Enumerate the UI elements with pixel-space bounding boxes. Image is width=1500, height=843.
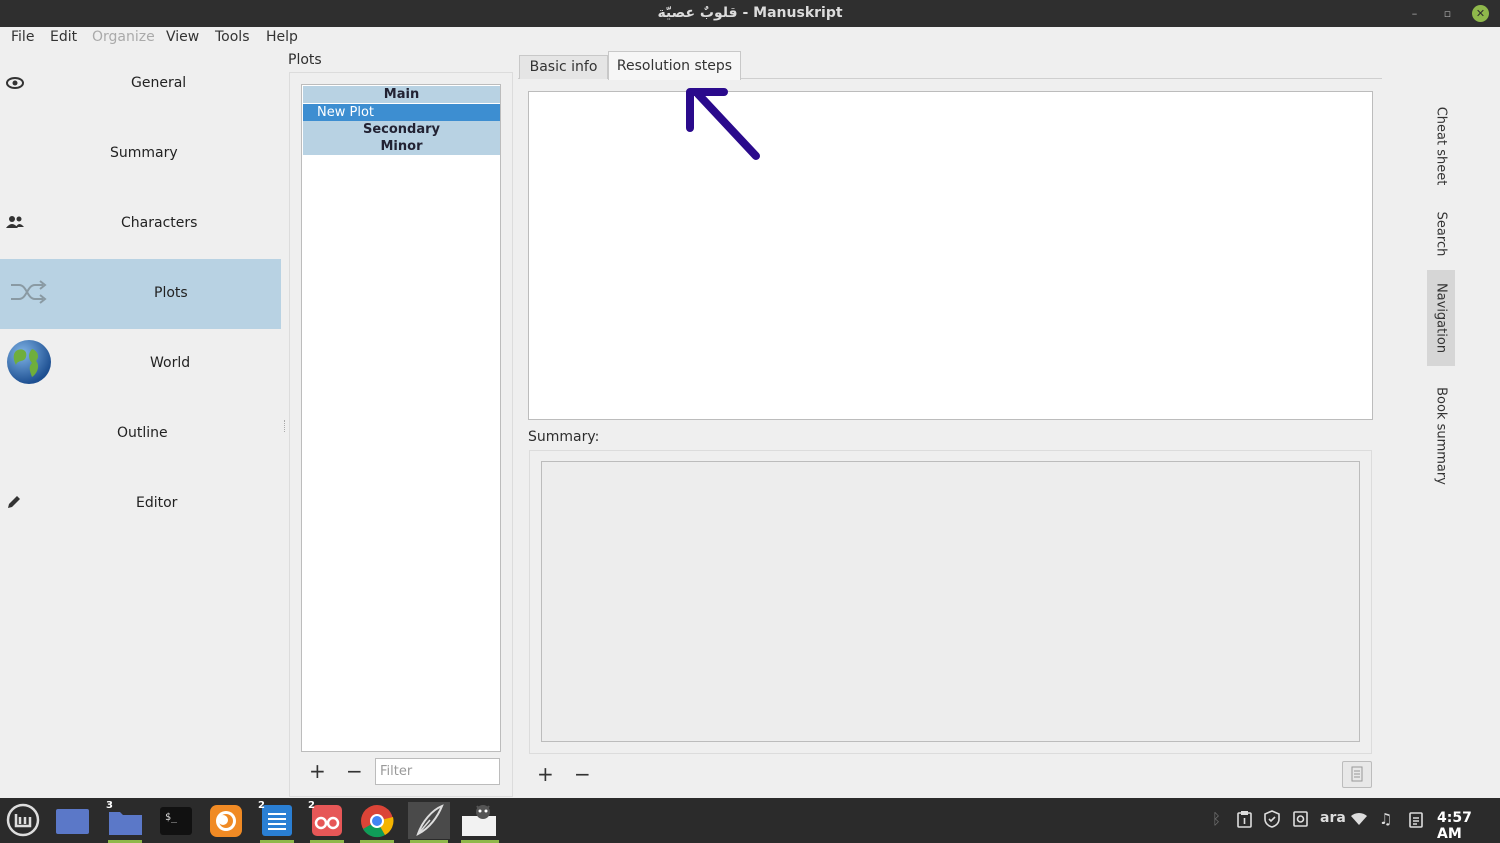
- nav-item-summary[interactable]: Summary: [0, 119, 281, 189]
- chrome-icon[interactable]: [358, 802, 396, 843]
- nav-label-outline: Outline: [117, 425, 168, 441]
- nav-item-general[interactable]: General: [0, 49, 281, 119]
- reader-badge: 2: [308, 800, 315, 811]
- tab-resolution-steps[interactable]: Resolution steps: [608, 51, 741, 80]
- nav-label-characters: Characters: [121, 215, 198, 231]
- document-icon: [1351, 766, 1363, 782]
- nav-label-general: General: [131, 75, 187, 91]
- svg-text:$_: $_: [165, 812, 178, 823]
- nav-item-characters[interactable]: Characters: [0, 189, 281, 259]
- panel-splitter[interactable]: [284, 420, 286, 432]
- shield-icon[interactable]: [1263, 810, 1281, 832]
- nav-label-world: World: [150, 355, 191, 371]
- firefox-icon[interactable]: [207, 802, 245, 839]
- maximize-button[interactable]: ▫: [1439, 5, 1456, 22]
- tab-basic-info[interactable]: Basic info: [519, 55, 608, 79]
- resolution-steps-list[interactable]: [528, 91, 1373, 420]
- menu-edit[interactable]: Edit: [50, 29, 77, 45]
- filter-input[interactable]: [375, 758, 500, 785]
- nav-label-plots: Plots: [154, 285, 188, 301]
- manuskript-icon[interactable]: [408, 802, 450, 843]
- search-label: Search: [1433, 211, 1449, 257]
- nav-item-world[interactable]: World: [0, 329, 281, 399]
- shuffle-icon: [9, 278, 47, 310]
- globe-icon: [6, 339, 52, 389]
- plot-group-secondary[interactable]: Secondary: [303, 121, 500, 138]
- title-bar: قلوبٌ عصيّة - Manuskript – ▫ ✕: [0, 0, 1500, 27]
- tab-cheat-sheet[interactable]: Cheat sheet: [1427, 100, 1455, 192]
- files-icon[interactable]: 3: [106, 800, 144, 843]
- keyboard-layout-indicator[interactable]: ara: [1320, 810, 1346, 826]
- nav-item-editor[interactable]: Editor: [0, 469, 281, 539]
- terminal-icon[interactable]: $_: [157, 802, 195, 839]
- add-plot-button[interactable]: +: [309, 761, 326, 781]
- menu-organize[interactable]: Organize: [92, 29, 155, 45]
- taskbar: 3 $_ 2 2 ᛒ ara ♫ 4:57 AM: [0, 798, 1500, 843]
- wifi-icon[interactable]: [1350, 810, 1368, 830]
- menu-view[interactable]: View: [166, 29, 199, 45]
- plot-item-new-plot[interactable]: New Plot: [303, 104, 500, 121]
- people-icon: [6, 215, 24, 233]
- plot-group-minor[interactable]: Minor: [303, 138, 500, 155]
- tab-book-summary[interactable]: Book summary: [1427, 380, 1455, 492]
- menu-bar: File Edit Organize View Tools Help: [0, 27, 1500, 51]
- nav-label-summary: Summary: [110, 145, 178, 161]
- remove-step-button[interactable]: −: [574, 764, 591, 784]
- nav-item-plots[interactable]: Plots: [0, 259, 281, 329]
- menu-tools[interactable]: Tools: [215, 29, 250, 45]
- add-step-button[interactable]: +: [537, 764, 554, 784]
- minimize-button[interactable]: –: [1406, 5, 1423, 22]
- cheat-sheet-label: Cheat sheet: [1433, 106, 1449, 186]
- document-button[interactable]: [1342, 761, 1372, 788]
- tab-search[interactable]: Search: [1427, 204, 1455, 264]
- window-title: قلوبٌ عصيّة - Manuskript: [657, 5, 843, 21]
- text-editor-icon[interactable]: 2: [258, 800, 296, 843]
- nav-label-editor: Editor: [136, 495, 178, 511]
- annotation-arrow: [686, 88, 760, 160]
- menu-icon[interactable]: [4, 802, 42, 839]
- navigation-label: Navigation: [1433, 282, 1449, 354]
- tab-navigation[interactable]: Navigation: [1427, 270, 1455, 366]
- update-manager-icon[interactable]: [1292, 810, 1309, 832]
- sound-icon[interactable]: ♫: [1379, 810, 1392, 828]
- menu-file[interactable]: File: [11, 29, 34, 45]
- screenshot-icon[interactable]: [459, 802, 501, 843]
- text-editor-badge: 2: [258, 800, 265, 811]
- reader-icon[interactable]: 2: [308, 800, 346, 843]
- plots-list[interactable]: Main New Plot Secondary Minor: [301, 84, 501, 752]
- files-badge: 3: [106, 800, 113, 811]
- plot-group-main[interactable]: Main: [303, 86, 500, 103]
- book-summary-label: Book summary: [1433, 387, 1449, 485]
- remove-plot-button[interactable]: −: [346, 761, 363, 781]
- bluetooth-icon[interactable]: ᛒ: [1212, 810, 1221, 828]
- summary-text-field[interactable]: [541, 461, 1360, 742]
- nav-item-outline[interactable]: Outline: [0, 399, 281, 469]
- plots-panel-title: Plots: [288, 52, 322, 68]
- clock[interactable]: 4:57 AM: [1437, 810, 1500, 842]
- pencil-icon: [6, 494, 22, 514]
- eye-icon: [6, 75, 24, 93]
- clipboard-icon[interactable]: [1236, 810, 1253, 832]
- show-desktop-icon[interactable]: [53, 802, 91, 839]
- close-button[interactable]: ✕: [1472, 5, 1489, 22]
- notes-icon[interactable]: [1408, 810, 1425, 832]
- menu-help[interactable]: Help: [266, 29, 298, 45]
- summary-label: Summary:: [528, 429, 600, 445]
